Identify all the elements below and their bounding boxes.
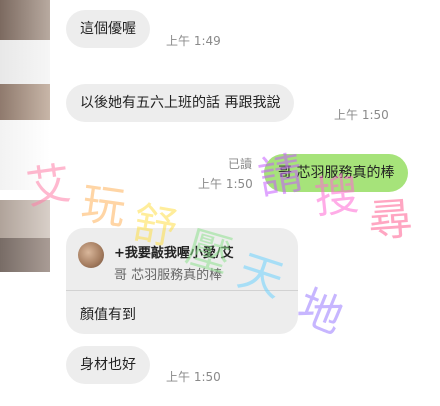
reply-message-text: 顏值有到	[80, 307, 136, 323]
reply-sender-name: +我要敲我喔小愛/艾	[114, 246, 234, 261]
message-time-3: 上午 1:50	[198, 177, 253, 191]
message-bubble-3[interactable]: 哥 芯羽服務真的棒	[264, 154, 409, 192]
avatar-strip-2	[0, 40, 50, 84]
message-time-5: 上午 1:50	[166, 370, 221, 384]
watermark-char-2: 玩	[78, 178, 129, 235]
message-text: 哥 芯羽服務真的棒	[278, 165, 395, 181]
avatar-strip-4	[0, 120, 50, 190]
message-time-2: 上午 1:50	[334, 108, 389, 122]
message-text: 以後她有五六上班的話 再跟我說	[80, 95, 281, 111]
message-time-1: 上午 1:49	[166, 34, 221, 48]
message-bubble-2[interactable]: 以後她有五六上班的話 再跟我說	[66, 84, 295, 122]
reply-card[interactable]: +我要敲我喔小愛/艾 哥 芯羽服務真的棒 顏值有到	[66, 228, 298, 334]
read-indicator: 已讀	[228, 157, 253, 171]
reply-header[interactable]: +我要敲我喔小愛/艾 哥 芯羽服務真的棒	[66, 228, 298, 291]
message-text: 身材也好	[80, 357, 136, 373]
watermark-char-6: 地	[290, 280, 351, 345]
message-text: 這個優喔	[80, 21, 136, 37]
avatar-strip-6	[0, 238, 50, 272]
reply-avatar	[78, 242, 104, 268]
watermark-char-9: 尋	[366, 193, 415, 248]
message-bubble-5[interactable]: 身材也好	[66, 346, 150, 384]
avatar-strip-3	[0, 84, 50, 120]
avatar-strip-5	[0, 200, 50, 238]
message-bubble-1[interactable]: 這個優喔	[66, 10, 150, 48]
avatar-strip-1	[0, 0, 50, 40]
reply-quoted-text: 哥 芯羽服務真的棒	[114, 268, 223, 283]
